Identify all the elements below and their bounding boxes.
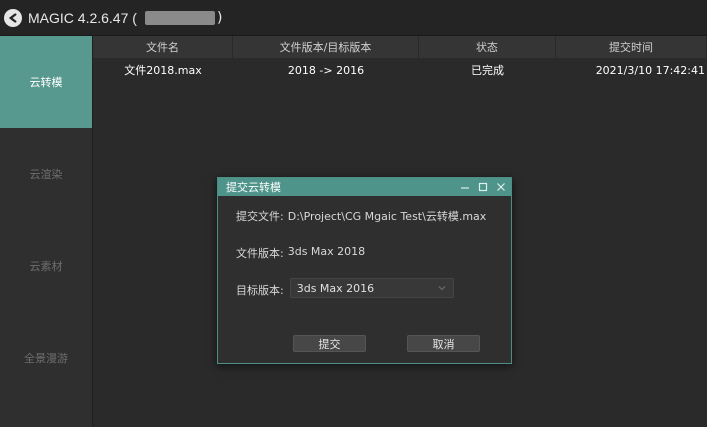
cell-submit-time: 2021/3/10 17:42:41	[595, 63, 705, 77]
close-icon[interactable]	[495, 181, 507, 193]
file-version-field: 文件版本: 3ds Max 2018	[236, 245, 511, 282]
cell-version: 2018 -> 2016	[287, 63, 365, 77]
sidebar-item-label: 云转模	[29, 76, 63, 89]
sidebar-item-cloud-assets[interactable]: 云素材	[0, 220, 92, 312]
cancel-button[interactable]: 取消	[407, 335, 480, 352]
sidebar-item-panorama[interactable]: 全景漫游	[0, 312, 92, 404]
maximize-icon[interactable]	[477, 181, 489, 193]
submit-file-field: 提交文件: D:\Project\CG Mgaic Test\云转模.max	[236, 208, 511, 245]
target-version-label: 目标版本:	[236, 284, 284, 297]
file-version-label: 文件版本:	[236, 247, 284, 260]
table-header: 文件名 文件版本/目标版本 状态 提交时间	[93, 36, 707, 58]
chevron-down-icon	[437, 283, 447, 293]
minimize-icon[interactable]	[459, 181, 471, 193]
target-version-select[interactable]: 3ds Max 2016	[289, 278, 454, 298]
title-bar: MAGIC 4.2.6.47 ( )	[0, 0, 707, 36]
submit-file-label: 提交文件:	[236, 210, 284, 223]
cell-status: 已完成	[471, 64, 504, 77]
sidebar: 云转模 云渲染 云素材 全景漫游	[0, 36, 93, 427]
sidebar-item-cloud-render[interactable]: 云渲染	[0, 128, 92, 220]
sidebar-item-cloud-convert[interactable]: 云转模	[0, 36, 92, 128]
submit-file-value: D:\Project\CG Mgaic Test\云转模.max	[287, 210, 487, 223]
file-version-value: 3ds Max 2018	[287, 245, 366, 258]
table-row[interactable]: 文件2018.max 2018 -> 2016 已完成 2021/3/10 17…	[93, 58, 707, 82]
app-title-end: )	[216, 9, 223, 26]
redacted-text	[144, 10, 215, 25]
sidebar-item-label: 云渲染	[29, 168, 63, 181]
column-header-version[interactable]: 文件版本/目标版本	[233, 36, 419, 58]
dialog-title-bar[interactable]: 提交云转模	[218, 178, 511, 196]
cell-filename: 文件2018.max	[124, 64, 202, 77]
target-version-value: 3ds Max 2016	[296, 281, 375, 295]
column-header-filename[interactable]: 文件名	[93, 36, 234, 58]
column-header-submit-time[interactable]: 提交时间	[556, 36, 707, 58]
sidebar-item-label: 全景漫游	[24, 352, 68, 365]
sidebar-item-label: 云素材	[29, 260, 63, 273]
submit-button[interactable]: 提交	[293, 335, 366, 352]
app-title: MAGIC 4.2.6.47 (	[28, 9, 137, 26]
app-logo-icon	[4, 8, 22, 27]
dialog-title: 提交云转模	[226, 181, 281, 194]
column-header-status[interactable]: 状态	[419, 36, 556, 58]
target-version-field: 目标版本: 3ds Max 2016	[236, 278, 511, 319]
submit-convert-dialog: 提交云转模 提交文件: D:\Project\CG Mgaic Test\云转模…	[217, 177, 512, 364]
